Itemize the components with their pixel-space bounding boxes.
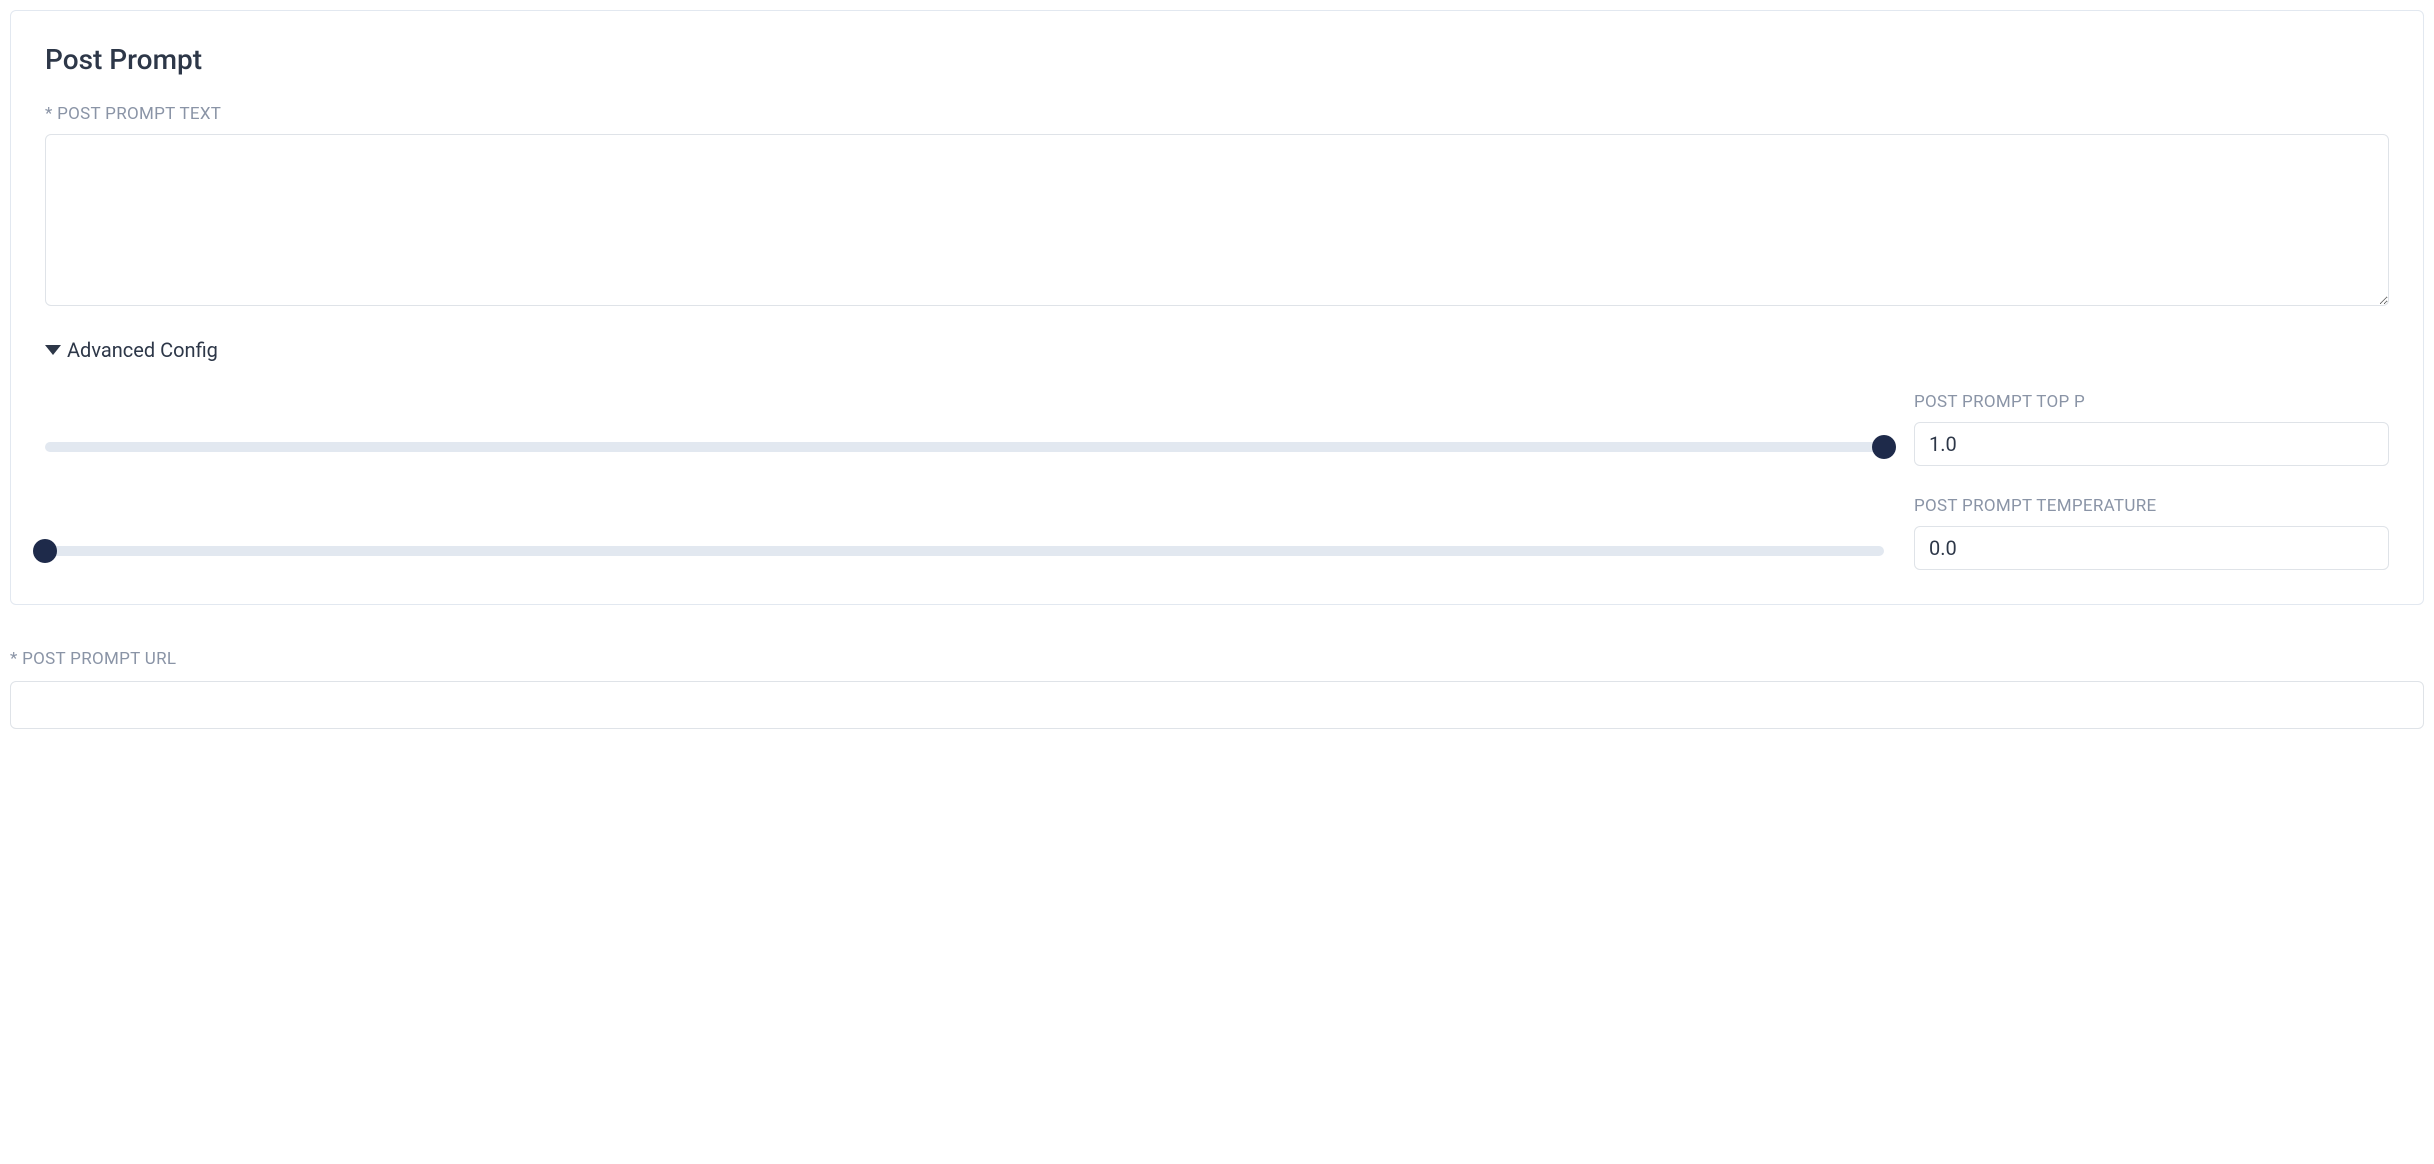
temperature-value-col: POST PROMPT TEMPERATURE xyxy=(1914,496,2389,570)
top-p-value-col: POST PROMPT TOP P xyxy=(1914,392,2389,466)
card-title: Post Prompt xyxy=(45,43,2389,76)
triangle-down-icon xyxy=(45,345,61,355)
top-p-row: POST PROMPT TOP P xyxy=(45,392,2389,466)
post-prompt-url-input[interactable] xyxy=(10,681,2424,729)
advanced-config-label: Advanced Config xyxy=(67,338,218,362)
temperature-row: POST PROMPT TEMPERATURE xyxy=(45,496,2389,570)
temperature-slider-thumb[interactable] xyxy=(33,539,57,563)
top-p-slider-wrap xyxy=(45,442,1884,466)
top-p-slider[interactable] xyxy=(45,442,1884,452)
top-p-label: POST PROMPT TOP P xyxy=(1914,392,2389,412)
post-prompt-card: Post Prompt * POST PROMPT TEXT Advanced … xyxy=(10,10,2424,605)
top-p-input[interactable] xyxy=(1914,422,2389,466)
top-p-slider-thumb[interactable] xyxy=(1872,435,1896,459)
temperature-slider[interactable] xyxy=(45,546,1884,556)
advanced-config-toggle[interactable]: Advanced Config xyxy=(45,338,2389,362)
temperature-input[interactable] xyxy=(1914,526,2389,570)
post-prompt-url-label: * POST PROMPT URL xyxy=(10,649,2424,669)
temperature-label: POST PROMPT TEMPERATURE xyxy=(1914,496,2389,516)
post-prompt-text-input[interactable] xyxy=(45,134,2389,306)
post-prompt-url-field: * POST PROMPT URL xyxy=(10,649,2424,729)
temperature-slider-wrap xyxy=(45,546,1884,570)
post-prompt-text-label: * POST PROMPT TEXT xyxy=(45,104,2389,124)
